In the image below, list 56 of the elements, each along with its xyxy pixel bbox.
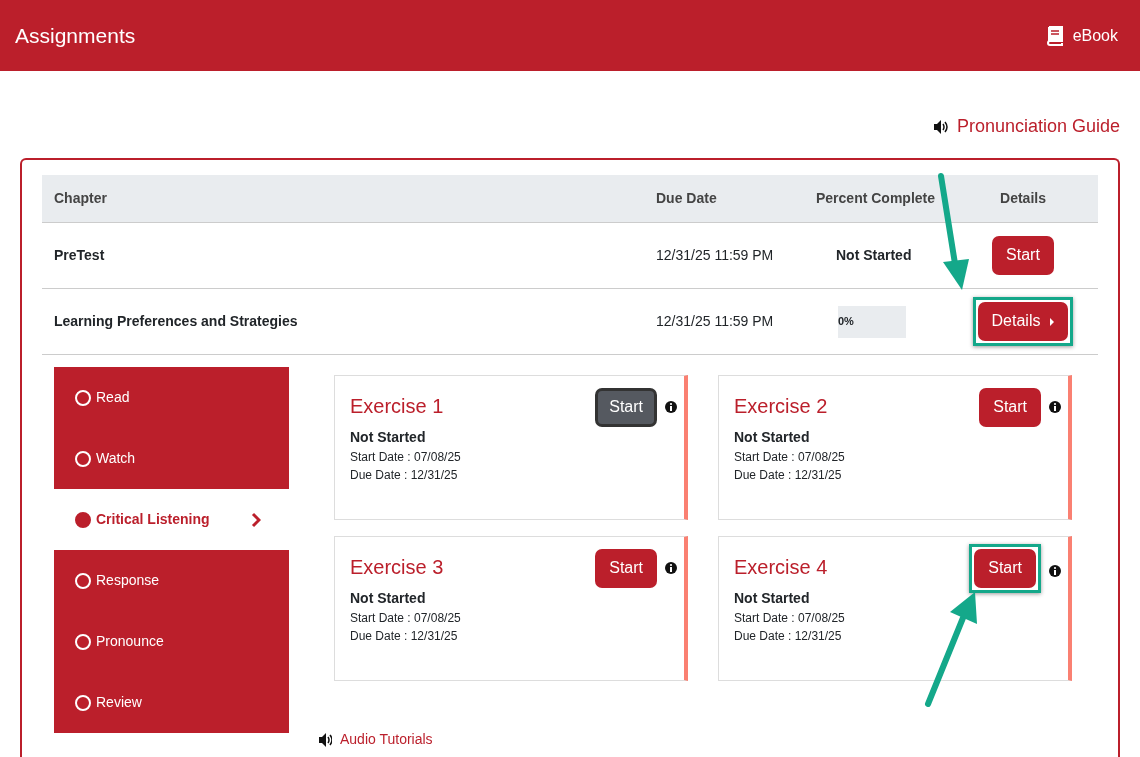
step-tab[interactable]: Read (54, 367, 289, 428)
speaker-icon (318, 731, 332, 748)
due-date: Due Date : 12/31/25 (734, 628, 843, 645)
start-button[interactable]: Start (992, 236, 1054, 275)
exercise-status: Not Started (734, 589, 811, 608)
due-date: Due Date : 12/31/25 (734, 467, 843, 484)
exercise-title: Exercise 1 (350, 394, 444, 419)
details-button[interactable]: Details (977, 302, 1069, 341)
exercise-status: Not Started (350, 428, 427, 447)
radio-filled-icon (75, 511, 91, 528)
info-icon (665, 401, 677, 414)
start-date: Start Date : 07/08/25 (734, 610, 846, 627)
start-button[interactable]: Start (595, 549, 657, 588)
start-button[interactable]: Start (979, 388, 1041, 427)
radio-icon (75, 694, 91, 711)
exercise-status: Not Started (734, 428, 811, 447)
chevron-right-icon (251, 511, 261, 528)
step-tab[interactable]: Watch (54, 428, 289, 489)
column-header: Percent Complete (816, 189, 937, 208)
column-header: Due Date (656, 189, 718, 208)
start-button[interactable]: Start (595, 388, 657, 427)
audio-tutorials-link[interactable]: Audio Tutorials (340, 729, 433, 750)
step-tab[interactable]: Response (54, 550, 289, 611)
exercise-title: Exercise 4 (734, 555, 828, 580)
progress-text: 0% (838, 314, 854, 330)
table-cell-text: 12/31/25 11:59 PM (656, 312, 775, 331)
radio-icon (75, 572, 91, 589)
start-date: Start Date : 07/08/25 (734, 449, 846, 466)
exercise-status: Not Started (350, 589, 427, 608)
info-icon (665, 562, 677, 575)
exercise-title: Exercise 2 (734, 394, 828, 419)
radio-icon (75, 450, 91, 467)
status-text: Not Started (836, 247, 912, 263)
caret-icon (1050, 317, 1055, 326)
info-icon (1049, 401, 1061, 414)
radio-icon (75, 389, 91, 406)
start-button[interactable]: Start (974, 549, 1036, 588)
start-date: Start Date : 07/08/25 (350, 610, 462, 627)
step-tab[interactable]: Review (54, 672, 289, 733)
exercise-title: Exercise 3 (350, 555, 444, 580)
column-header: Chapter (53, 189, 108, 208)
radio-icon (75, 633, 91, 650)
step-tab[interactable]: Pronounce (54, 611, 289, 672)
book-icon (1044, 25, 1065, 46)
start-date: Start Date : 07/08/25 (350, 449, 462, 466)
speaker-icon (932, 118, 949, 135)
page-title: Assignments (15, 22, 136, 49)
due-date: Due Date : 12/31/25 (350, 628, 459, 645)
info-icon (1049, 564, 1061, 577)
pronunciation-guide-link[interactable]: Pronunciation Guide (956, 113, 1120, 140)
table-cell-text: Learning Preferences and Strategies (53, 312, 299, 331)
table-cell-text: 12/31/25 11:59 PM (656, 246, 775, 265)
ebook-link[interactable]: eBook (1044, 23, 1118, 48)
due-date: Due Date : 12/31/25 (350, 467, 459, 484)
table-cell-text: PreTest (53, 246, 106, 265)
column-header: Details (999, 189, 1047, 208)
